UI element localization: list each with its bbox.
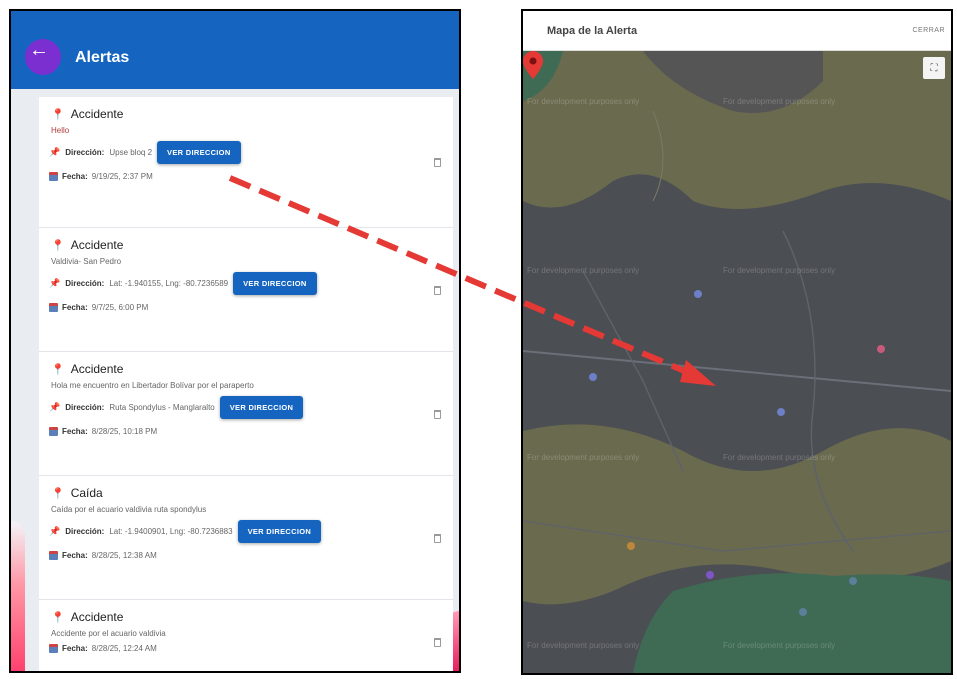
pushpin-icon: 📌 bbox=[49, 402, 61, 412]
map-watermark: For development purposes only bbox=[723, 97, 836, 106]
map-poi bbox=[849, 577, 857, 585]
map-poi bbox=[627, 542, 635, 550]
direction-label: Dirección: bbox=[65, 148, 105, 157]
app-bar: ← Alertas bbox=[11, 11, 459, 89]
page-title: Alertas bbox=[75, 49, 130, 66]
alert-card: 📍 Accidente Valdivia- San Pedro 📌 Direcci… bbox=[39, 228, 453, 352]
pushpin-icon: 📌 bbox=[49, 147, 61, 157]
fullscreen-button[interactable]: ⛶ bbox=[923, 57, 945, 79]
delete-icon[interactable] bbox=[434, 637, 441, 647]
map-title: Mapa de la Alerta bbox=[547, 25, 638, 37]
alert-date: 8/28/25, 12:24 AM bbox=[91, 644, 157, 653]
alerts-list: 📍 Accidente Hello 📌 Dirección: Upse bloq … bbox=[39, 97, 453, 671]
map-watermark: For development purposes only bbox=[723, 266, 836, 275]
delete-icon[interactable] bbox=[434, 285, 441, 295]
calendar-icon bbox=[49, 644, 58, 653]
ver-direccion-button[interactable]: VER DIRECCION bbox=[219, 396, 304, 419]
alert-description: Valdivia- San Pedro bbox=[51, 257, 122, 266]
arrow-left-icon: ← bbox=[29, 38, 49, 61]
date-label: Fecha: bbox=[62, 427, 88, 436]
alert-description: Accidente por el acuario valdivia bbox=[51, 629, 166, 638]
date-label: Fecha: bbox=[62, 303, 88, 312]
ver-direccion-button[interactable]: VER DIRECCION bbox=[233, 272, 317, 295]
alert-type: Accidente bbox=[70, 107, 124, 121]
map-header: Mapa de la Alerta CERRAR bbox=[523, 11, 951, 51]
map-view[interactable]: For development purposes only For develo… bbox=[523, 51, 951, 673]
map-poi bbox=[589, 373, 597, 381]
alert-card: 📍 Caída Caída por el acuario valdivia rut… bbox=[39, 476, 453, 600]
date-label: Fecha: bbox=[62, 644, 88, 653]
map-pin-icon[interactable] bbox=[523, 51, 543, 79]
direction-label: Dirección: bbox=[65, 279, 105, 288]
fullscreen-icon: ⛶ bbox=[930, 62, 938, 74]
calendar-icon bbox=[49, 303, 58, 312]
delete-icon[interactable] bbox=[434, 533, 441, 543]
delete-icon[interactable] bbox=[434, 158, 441, 167]
alert-type: Accidente bbox=[70, 610, 124, 624]
pin-icon: 📍 bbox=[51, 108, 65, 121]
close-button[interactable]: CERRAR bbox=[912, 27, 945, 34]
alert-date: 9/19/25, 2:37 PM bbox=[91, 172, 153, 181]
delete-icon[interactable] bbox=[434, 409, 441, 419]
calendar-icon bbox=[49, 427, 58, 436]
map-poi bbox=[799, 608, 807, 616]
ver-direccion-button[interactable]: VER DIRECCION bbox=[157, 141, 241, 164]
map-watermark: For development purposes only bbox=[527, 453, 640, 462]
calendar-icon bbox=[49, 172, 58, 181]
alert-description: Hola me encuentro en Libertador Bolívar … bbox=[51, 381, 254, 390]
alert-address: Upse bloq 2 bbox=[109, 148, 153, 157]
alert-description: Caída por el acuario valdivia ruta spond… bbox=[51, 505, 207, 514]
map-watermark: For development purposes only bbox=[723, 453, 836, 462]
ver-direccion-button[interactable]: VER DIRECCION bbox=[237, 520, 322, 543]
map-poi bbox=[877, 345, 885, 353]
map-tiles bbox=[523, 51, 951, 673]
pin-icon: 📍 bbox=[51, 239, 65, 252]
pushpin-icon: 📌 bbox=[49, 278, 61, 288]
alert-description: Hello bbox=[51, 126, 70, 135]
alert-date: 9/7/25, 6:00 PM bbox=[91, 303, 149, 312]
alert-date: 8/28/25, 10:18 PM bbox=[91, 427, 158, 436]
map-poi bbox=[694, 290, 702, 298]
map-watermark: For development purposes only bbox=[527, 97, 640, 106]
decorative-shape-left bbox=[11, 521, 25, 671]
alert-type: Caída bbox=[70, 486, 103, 500]
alert-card: 📍 Accidente Accidente por el acuario vald… bbox=[39, 600, 453, 671]
map-watermark: For development purposes only bbox=[527, 266, 640, 275]
pin-icon: 📍 bbox=[51, 363, 65, 376]
alert-address: Ruta Spondylus - Manglaralto bbox=[109, 403, 215, 412]
alert-date: 8/28/25, 12:38 AM bbox=[91, 551, 157, 560]
alert-address: Lat: -1.9400901, Lng: -80.7236883 bbox=[109, 527, 233, 536]
back-button[interactable]: ← bbox=[25, 39, 61, 75]
pin-icon: 📍 bbox=[51, 611, 65, 624]
alert-card: 📍 Accidente Hola me encuentro en Libertad… bbox=[39, 352, 453, 476]
date-label: Fecha: bbox=[62, 172, 88, 181]
alert-type: Accidente bbox=[70, 238, 124, 252]
date-label: Fecha: bbox=[62, 551, 88, 560]
pin-icon: 📍 bbox=[51, 487, 65, 500]
pushpin-icon: 📌 bbox=[49, 526, 61, 536]
map-poi bbox=[777, 408, 785, 416]
map-poi bbox=[706, 571, 714, 579]
alert-type: Accidente bbox=[70, 362, 124, 376]
direction-label: Dirección: bbox=[65, 403, 105, 412]
alerts-screen: ← Alertas 📍 Accidente Hello 📌 Dirección: … bbox=[9, 9, 461, 673]
direction-label: Dirección: bbox=[65, 527, 105, 536]
calendar-icon bbox=[49, 551, 58, 560]
map-watermark: For development purposes only bbox=[723, 641, 836, 650]
map-watermark: For development purposes only bbox=[527, 641, 640, 650]
alert-address: Lat: -1.940155, Lng: -80.7236589 bbox=[109, 279, 229, 288]
alert-card: 📍 Accidente Hello 📌 Dirección: Upse bloq … bbox=[39, 97, 453, 228]
map-screen: Mapa de la Alerta CERRAR For development… bbox=[521, 9, 953, 675]
